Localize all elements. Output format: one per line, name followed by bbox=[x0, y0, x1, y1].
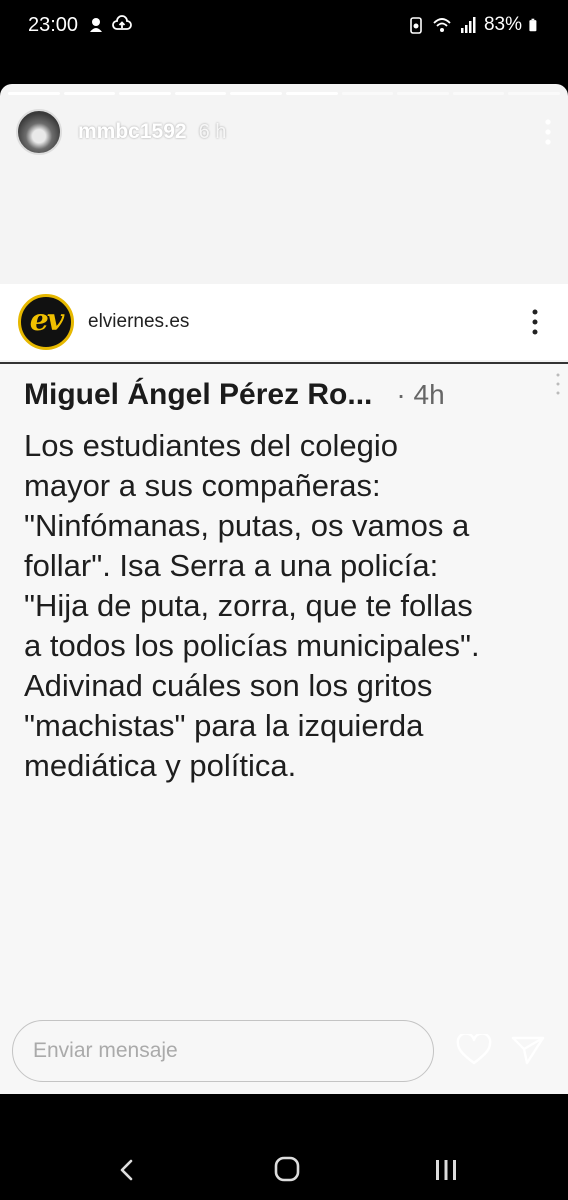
progress-segment bbox=[8, 92, 60, 95]
story-age: 6 h bbox=[198, 120, 227, 143]
progress-segment bbox=[508, 92, 560, 95]
status-bar: 23:00 83% bbox=[0, 0, 568, 56]
battery-icon bbox=[529, 18, 537, 32]
post-more-icon bbox=[532, 309, 538, 335]
back-icon[interactable] bbox=[116, 1158, 138, 1182]
story-viewer[interactable]: mmbc1592 6 h ev elviernes.es Miguel Ánge… bbox=[0, 84, 568, 1094]
progress-segment bbox=[230, 92, 282, 95]
tweet-screenshot: Miguel Ángel Pérez Ro... · 4h Los estudi… bbox=[0, 364, 568, 1094]
tweet-header: Miguel Ángel Pérez Ro... · 4h bbox=[24, 378, 560, 412]
more-options-icon[interactable] bbox=[544, 118, 552, 146]
story-progress bbox=[8, 92, 560, 95]
progress-segment bbox=[452, 92, 505, 95]
heart-icon[interactable] bbox=[456, 1034, 492, 1066]
progress-segment bbox=[119, 92, 171, 95]
status-right: 83% bbox=[406, 14, 542, 36]
cloud-upload-icon bbox=[112, 15, 132, 30]
tweet-author: Miguel Ángel Pérez Ro... bbox=[24, 378, 373, 411]
home-icon[interactable] bbox=[274, 1156, 300, 1182]
progress-segment bbox=[63, 92, 116, 95]
battery-saver-icon bbox=[410, 17, 422, 34]
logo-text: ev bbox=[29, 303, 65, 338]
avatar[interactable] bbox=[16, 109, 62, 155]
navigation-bar bbox=[0, 1094, 568, 1200]
elviernes-logo: ev bbox=[18, 294, 74, 350]
message-input[interactable]: Enviar mensaje bbox=[12, 1020, 434, 1082]
tweet-more-icon bbox=[556, 373, 560, 395]
status-time: 23:00 bbox=[28, 14, 79, 36]
battery-percent: 83% bbox=[483, 14, 522, 35]
wifi-icon bbox=[433, 18, 451, 32]
recents-icon[interactable] bbox=[432, 1158, 460, 1182]
tweet-text: Los estudiantes del colegio mayor a sus … bbox=[24, 428, 480, 783]
progress-segment bbox=[285, 92, 338, 95]
progress-segment bbox=[174, 92, 227, 95]
notification-app-icon bbox=[90, 18, 102, 32]
tweet-age: · 4h bbox=[396, 379, 445, 410]
story-username[interactable]: mmbc1592 bbox=[78, 120, 187, 144]
status-left-icons bbox=[86, 14, 132, 34]
signal-icon bbox=[460, 17, 476, 33]
progress-segment bbox=[341, 92, 394, 95]
message-placeholder: Enviar mensaje bbox=[33, 1039, 178, 1062]
story-header: mmbc1592 6 h bbox=[16, 108, 552, 156]
post-account-name: elviernes.es bbox=[88, 311, 190, 332]
send-icon[interactable] bbox=[510, 1034, 546, 1066]
progress-segment bbox=[397, 92, 449, 95]
post-header: ev elviernes.es bbox=[0, 284, 568, 360]
